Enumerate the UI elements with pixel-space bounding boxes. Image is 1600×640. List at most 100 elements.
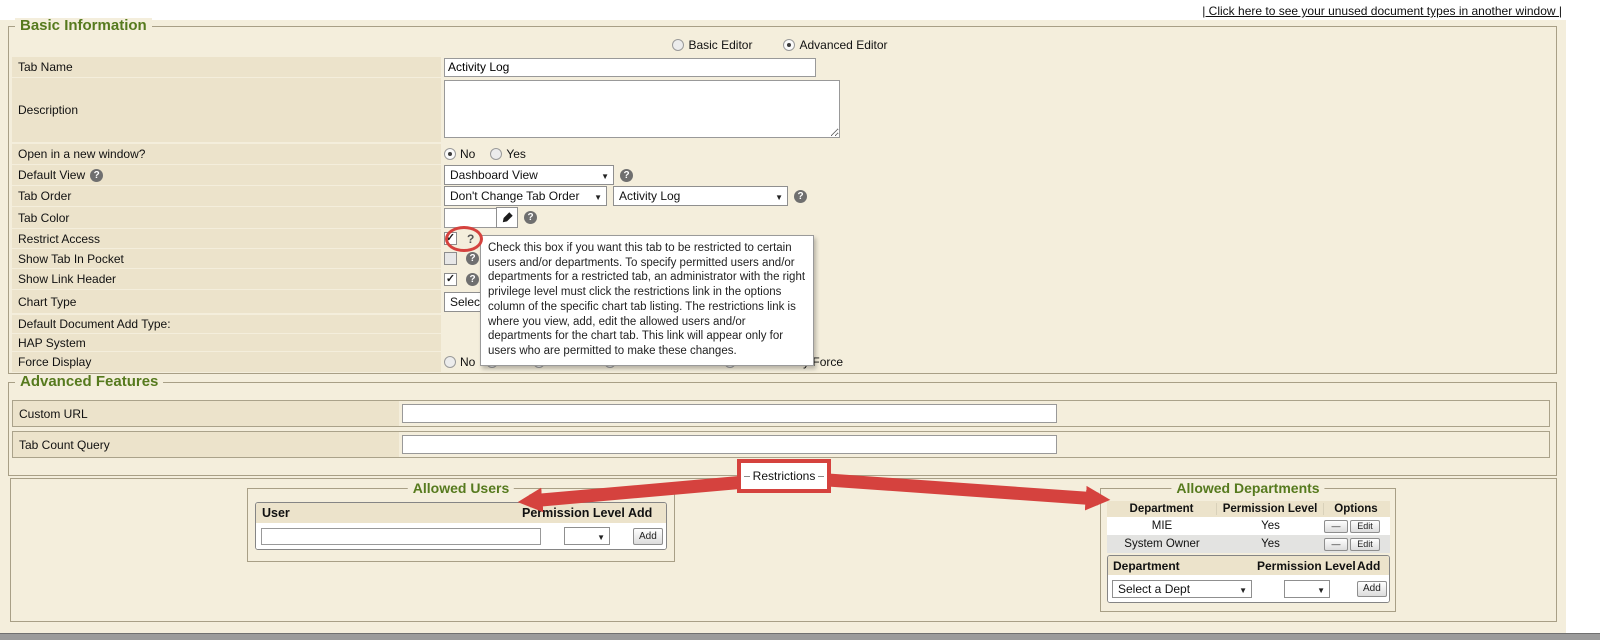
basic-information-legend: Basic Information: [15, 18, 152, 34]
color-picker-button[interactable]: [496, 207, 518, 228]
allowed-user-input[interactable]: [261, 528, 541, 545]
help-icon[interactable]: [467, 232, 474, 246]
department-permission-select[interactable]: [1284, 580, 1330, 598]
custom-url-input[interactable]: [402, 404, 1057, 423]
eyedropper-icon: [501, 211, 514, 224]
top-bar: | Click here to see your unused document…: [0, 0, 1600, 20]
departments-table: Department Permission Level Options MIE …: [1107, 501, 1390, 553]
tab-order-label: Tab Order: [18, 189, 71, 203]
permission-level-column-header: Permission Level: [1217, 503, 1324, 515]
tab-color-row: Tab Color: [12, 207, 1557, 228]
tab-count-query-row: Tab Count Query: [12, 431, 1550, 458]
show-tab-in-pocket-checkbox[interactable]: [444, 252, 457, 265]
basic-editor-radio[interactable]: Basic Editor: [672, 38, 752, 52]
radio-icon[interactable]: [444, 148, 456, 160]
default-view-row: Default View Dashboard View: [12, 165, 1557, 185]
restrictions-callout-label: Restrictions: [753, 469, 816, 483]
tab-order-target-select[interactable]: Activity Log: [613, 186, 788, 206]
department-cell: MIE: [1107, 520, 1217, 532]
tab-count-query-label: Tab Count Query: [19, 438, 110, 452]
edit-department-button[interactable]: Edit: [1350, 520, 1380, 533]
help-icon[interactable]: [90, 169, 103, 182]
tab-name-input[interactable]: [444, 58, 816, 77]
radio-icon[interactable]: [672, 39, 684, 51]
add-department-button[interactable]: Add: [1357, 581, 1387, 597]
tab-order-mode-select[interactable]: Don't Change Tab Order: [444, 186, 607, 206]
tab-editor-page: | Click here to see your unused document…: [0, 0, 1600, 640]
select-department-dropdown[interactable]: Select a Dept: [1112, 580, 1252, 598]
restrict-access-checkbox[interactable]: [444, 232, 457, 245]
remove-department-button[interactable]: —: [1324, 520, 1348, 533]
tab-order-row: Tab Order Don't Change Tab Order Activit…: [12, 186, 1557, 206]
add-column-header: Add: [1357, 559, 1389, 573]
open-new-window-label: Open in a new window?: [18, 147, 145, 161]
permission-cell: Yes: [1217, 520, 1324, 532]
add-user-button[interactable]: Add: [633, 528, 663, 545]
tab-name-row: Tab Name: [12, 57, 1557, 77]
tab-color-label: Tab Color: [18, 211, 69, 225]
show-link-header-checkbox[interactable]: [444, 273, 457, 286]
table-row: MIE Yes — Edit: [1107, 517, 1390, 535]
dropdown-arrow-icon: [769, 189, 783, 203]
default-view-select[interactable]: Dashboard View: [444, 165, 614, 185]
department-column-header: Department: [1107, 503, 1217, 515]
allowed-departments-legend: Allowed Departments: [1171, 480, 1324, 496]
option-yes-label: Yes: [506, 147, 526, 161]
permission-level-column-header: Permission Level: [522, 506, 628, 520]
user-permission-select[interactable]: [564, 527, 610, 545]
form-page-background: Basic Information Basic Editor Advanced …: [0, 20, 1566, 633]
option-no-label: No: [460, 147, 475, 161]
edit-department-button[interactable]: Edit: [1350, 538, 1380, 551]
department-cell: System Owner: [1107, 538, 1217, 550]
radio-icon[interactable]: [444, 356, 456, 368]
force-display-no-radio[interactable]: No: [444, 355, 475, 369]
add-column-header: Add: [628, 506, 666, 520]
help-icon[interactable]: [620, 169, 633, 182]
advanced-features-legend: Advanced Features: [15, 374, 163, 390]
bottom-scrollbar[interactable]: [0, 633, 1600, 640]
help-icon[interactable]: [524, 211, 537, 224]
tab-order-target-value: Activity Log: [619, 189, 680, 203]
radio-icon[interactable]: [490, 148, 502, 160]
allowed-users-legend: Allowed Users: [408, 480, 514, 496]
radio-icon[interactable]: [783, 39, 795, 51]
custom-url-row: Custom URL: [12, 400, 1550, 427]
help-icon[interactable]: [466, 273, 479, 286]
restrict-access-label: Restrict Access: [18, 232, 100, 246]
unused-document-types-link[interactable]: | Click here to see your unused document…: [1202, 4, 1562, 18]
open-new-window-row: Open in a new window? No Yes: [12, 144, 1557, 164]
dropdown-arrow-icon: [1233, 582, 1247, 596]
restrict-access-tooltip: Check this box if you want this tab to b…: [480, 235, 814, 366]
show-tab-in-pocket-label: Show Tab In Pocket: [18, 252, 124, 266]
default-document-add-type-label: Default Document Add Type:: [18, 317, 171, 331]
department-column-header: Department: [1108, 559, 1257, 573]
tab-color-input[interactable]: [444, 208, 497, 228]
add-department-table: Department Permission Level Add Select a…: [1107, 555, 1390, 603]
help-icon[interactable]: [466, 252, 479, 265]
advanced-editor-label: Advanced Editor: [799, 38, 887, 52]
hap-system-label: HAP System: [18, 336, 86, 350]
basic-editor-label: Basic Editor: [688, 38, 752, 52]
description-label: Description: [18, 103, 78, 117]
permission-level-column-header: Permission Level: [1257, 559, 1357, 573]
remove-department-button[interactable]: —: [1324, 538, 1348, 551]
tab-count-query-input[interactable]: [402, 435, 1057, 454]
tab-name-label: Tab Name: [18, 60, 73, 74]
editor-toggle-row: Basic Editor Advanced Editor: [12, 35, 1557, 55]
open-new-window-yes-radio[interactable]: Yes: [490, 147, 526, 161]
dropdown-arrow-icon: [1311, 582, 1325, 596]
description-textarea[interactable]: [444, 80, 840, 138]
help-icon[interactable]: [794, 190, 807, 203]
chart-type-label: Chart Type: [18, 295, 76, 309]
force-display-no-label: No: [460, 355, 475, 369]
open-new-window-no-radio[interactable]: No: [444, 147, 475, 161]
advanced-editor-radio[interactable]: Advanced Editor: [783, 38, 887, 52]
permission-cell: Yes: [1217, 538, 1324, 550]
custom-url-label: Custom URL: [19, 407, 88, 421]
allowed-users-fieldset: Allowed Users User Permission Level Add …: [247, 488, 675, 562]
dropdown-arrow-icon: [591, 529, 605, 543]
user-column-header: User: [256, 506, 522, 520]
default-view-label: Default View: [18, 168, 85, 182]
dropdown-arrow-icon: [595, 168, 609, 182]
allowed-departments-fieldset: Allowed Departments Department Permissio…: [1100, 488, 1396, 612]
